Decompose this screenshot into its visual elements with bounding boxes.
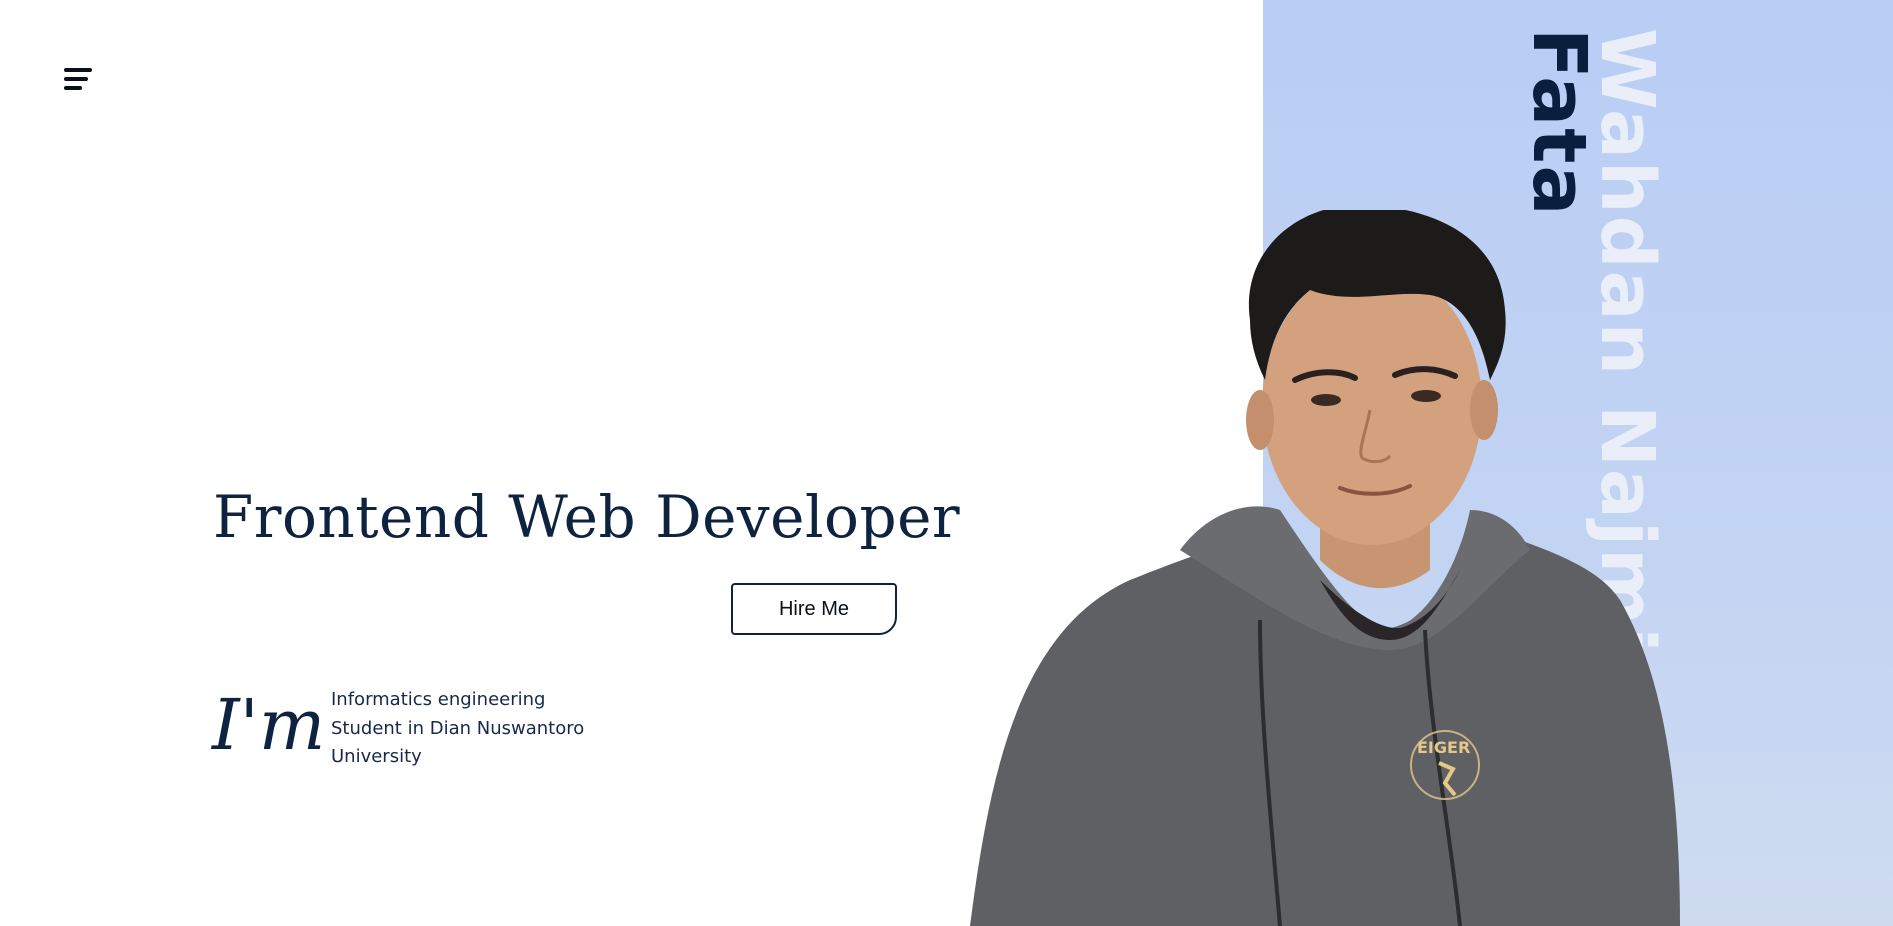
menu-bar xyxy=(64,86,82,90)
portrait-photo: EIGER xyxy=(970,210,1680,926)
im-label: I'm xyxy=(212,684,326,766)
face xyxy=(1262,265,1482,545)
eye-right xyxy=(1411,390,1441,402)
ear-right xyxy=(1470,380,1498,440)
eye-left xyxy=(1311,394,1341,406)
menu-bar xyxy=(64,77,88,81)
ear-left xyxy=(1246,390,1274,450)
menu-bar xyxy=(64,68,92,72)
bio-line: University xyxy=(331,746,422,767)
hire-me-button[interactable]: Hire Me xyxy=(731,583,897,635)
bio-line: Student in Dian Nuswantoro xyxy=(331,717,585,739)
page-title: Frontend Web Developer xyxy=(213,483,961,551)
hero-page: Fata Wahdan Najmi EIGER Frontend Web Dev… xyxy=(0,0,1893,926)
shirt-logo-text: EIGER xyxy=(1417,738,1470,757)
bio-line: Informatics engineering xyxy=(331,689,546,710)
hamburger-menu-icon[interactable] xyxy=(60,64,94,94)
bio-text: Informatics engineering Student in Dian … xyxy=(331,686,621,772)
